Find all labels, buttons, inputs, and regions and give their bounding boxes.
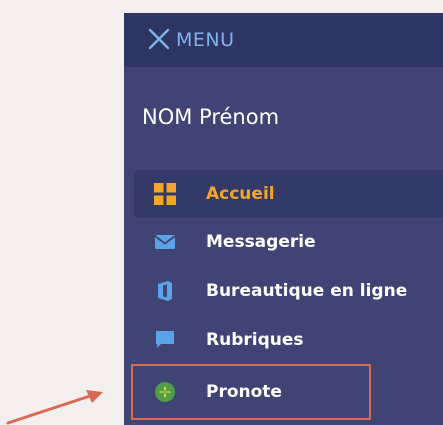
screenshot-stage: MENU NOM Prénom Accueil Messagerie Burea… (0, 0, 443, 425)
nav-item-accueil[interactable]: Accueil (134, 170, 443, 218)
nav-item-label: Pronote (206, 382, 282, 402)
envelope-icon (154, 235, 176, 249)
side-menu: MENU NOM Prénom Accueil Messagerie Burea… (124, 13, 443, 425)
menu-header: MENU (124, 13, 443, 67)
nav-item-messagerie[interactable]: Messagerie (134, 218, 443, 266)
pointer-arrow-icon (6, 390, 103, 425)
nav-item-label: Accueil (206, 184, 275, 204)
office-icon (158, 281, 172, 301)
nav-item-label: Messagerie (206, 232, 316, 252)
nav-item-label: Bureautique en ligne (206, 281, 408, 301)
chat-icon (156, 331, 174, 348)
nav-item-pronote[interactable]: Pronote (134, 368, 443, 416)
nav-item-rubriques[interactable]: Rubriques (134, 316, 443, 364)
grid-icon (154, 183, 176, 205)
user-name: NOM Prénom (142, 105, 280, 129)
close-icon[interactable] (146, 26, 172, 52)
pronote-icon (155, 382, 175, 402)
nav-item-label: Rubriques (206, 330, 304, 350)
nav-item-bureautique[interactable]: Bureautique en ligne (134, 267, 443, 315)
menu-title: MENU (176, 29, 235, 51)
